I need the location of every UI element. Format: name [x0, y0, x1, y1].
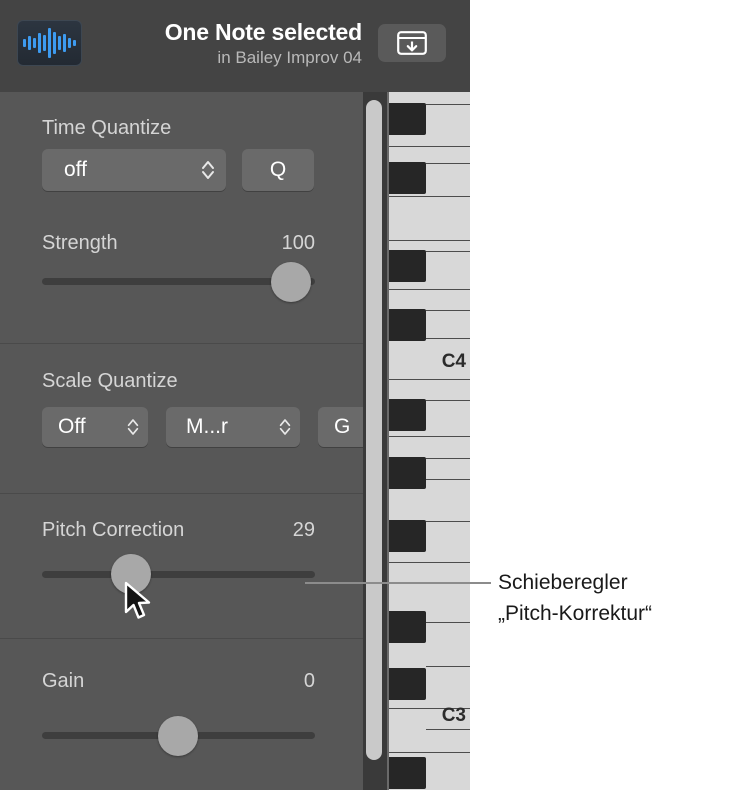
chevron-up-down-icon	[127, 419, 139, 435]
key-separator	[426, 729, 470, 730]
black-key[interactable]	[389, 250, 426, 282]
octave-label-c4: C4	[441, 351, 466, 372]
key-separator	[389, 240, 470, 241]
black-key[interactable]	[389, 520, 426, 552]
section-divider-2	[0, 493, 363, 494]
black-key[interactable]	[389, 757, 426, 789]
section-divider-1	[0, 343, 363, 344]
black-key[interactable]	[389, 103, 426, 135]
key-separator	[389, 752, 470, 753]
black-key[interactable]	[389, 399, 426, 431]
scale-quantize-root-popup[interactable]: Off	[42, 407, 148, 447]
pitch-correction-slider-thumb[interactable]	[111, 554, 151, 594]
page-subtitle: in Bailey Improv 04	[217, 48, 362, 67]
chevron-up-down-icon	[202, 161, 214, 179]
key-separator	[389, 289, 470, 290]
scale-quantize-section-label: Scale Quantize	[42, 370, 178, 392]
key-separator	[426, 310, 470, 311]
pitch-correction-value: 29	[292, 519, 315, 541]
time-quantize-section-label: Time Quantize	[42, 117, 172, 139]
window-download-icon	[397, 31, 427, 55]
quantize-q-button-label: Q	[269, 158, 287, 181]
key-separator	[389, 196, 470, 197]
logic-pro-note-inspector-window: One Note selected in Bailey Improv 04 Ti…	[0, 0, 470, 790]
key-separator	[426, 458, 470, 459]
gain-value: 0	[303, 670, 315, 692]
page-title: One Note selected	[164, 19, 362, 45]
key-separator	[389, 562, 470, 563]
chevron-up-down-icon	[279, 419, 291, 435]
time-quantize-popup-value: off	[64, 158, 87, 181]
key-separator	[426, 521, 470, 522]
callout-label: Schieberegler „Pitch-Korrektur“	[498, 567, 738, 629]
header-text-block: One Note selected in Bailey Improv 04	[100, 18, 362, 70]
pitch-correction-label: Pitch Correction	[42, 519, 185, 541]
key-separator	[389, 379, 470, 380]
piano-roll-keyboard[interactable]: C4 C3	[387, 92, 470, 790]
octave-label-c3: C3	[441, 705, 466, 726]
strength-label: Strength	[42, 232, 118, 254]
pitch-correction-slider-track[interactable]	[42, 571, 315, 578]
vertical-scrollbar[interactable]	[366, 100, 382, 760]
callout-leader-line	[305, 582, 491, 584]
scale-quantize-mode-popup[interactable]: M...r	[166, 407, 300, 447]
strength-value: 100	[281, 232, 315, 254]
inspector-header: One Note selected in Bailey Improv 04	[0, 0, 470, 92]
scale-quantize-mode-value: M...r	[186, 415, 228, 438]
quantize-q-button[interactable]: Q	[242, 149, 314, 191]
callout-line-2: „Pitch-Korrektur“	[498, 602, 653, 625]
section-divider-3	[0, 638, 363, 639]
note-inspector-panel: Time Quantize off Q Strength 100 Scale Q…	[0, 92, 408, 790]
scale-quantize-root-value: Off	[58, 415, 86, 438]
key-separator	[426, 666, 470, 667]
gain-slider-thumb[interactable]	[158, 716, 198, 756]
black-key[interactable]	[389, 162, 426, 194]
key-separator	[389, 146, 470, 147]
callout-line-1: Schieberegler	[498, 571, 628, 594]
black-key[interactable]	[389, 668, 426, 700]
strength-slider-thumb[interactable]	[271, 262, 311, 302]
key-separator	[426, 104, 470, 105]
key-separator	[389, 436, 470, 437]
audio-waveform-icon	[17, 20, 82, 66]
black-key[interactable]	[389, 457, 426, 489]
time-quantize-popup[interactable]: off	[42, 149, 226, 191]
black-key[interactable]	[389, 309, 426, 341]
gain-label: Gain	[42, 670, 85, 692]
key-separator	[426, 163, 470, 164]
window-download-button[interactable]	[378, 24, 446, 62]
black-key[interactable]	[389, 611, 426, 643]
key-separator	[426, 251, 470, 252]
key-separator	[426, 400, 470, 401]
